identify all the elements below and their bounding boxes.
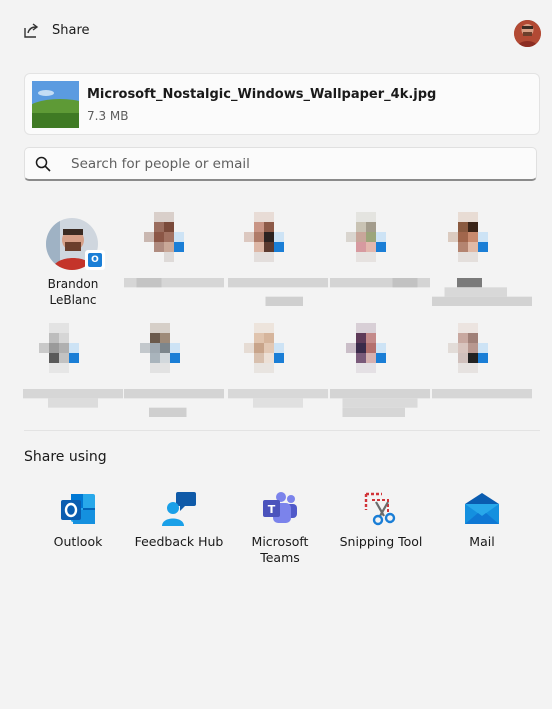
contact-blurred-4[interactable] [432, 212, 532, 308]
contact-brandon-leblanc[interactable]: O Brandon LeBlanc [23, 218, 123, 314]
feedback-hub-icon [162, 492, 196, 526]
section-divider [24, 430, 540, 431]
blurred-name [124, 389, 224, 417]
app-label-line-2: Teams [260, 550, 300, 565]
share-header: Share [0, 0, 552, 66]
people-search-box[interactable] [24, 147, 537, 181]
contact-first-name: Brandon [47, 277, 99, 291]
contact-blurred-3[interactable] [330, 212, 430, 308]
outlook-icon [61, 494, 95, 524]
mail-icon [465, 493, 499, 524]
blurred-avatar [244, 212, 284, 262]
app-label: Microsoft Teams [230, 534, 330, 566]
app-label: Snipping Tool [339, 534, 423, 549]
app-mail[interactable]: Mail [432, 490, 532, 550]
teams-icon: T [263, 492, 297, 523]
contact-last-name: LeBlanc [49, 293, 97, 307]
search-input[interactable] [71, 151, 521, 177]
avatar-icon [514, 20, 541, 47]
share-icon [24, 23, 39, 38]
app-label: Mail [469, 534, 495, 549]
share-using-heading: Share using [24, 449, 107, 465]
contact-name: Brandon LeBlanc [23, 276, 123, 308]
contact-blurred-8[interactable] [330, 323, 430, 419]
blurred-avatar [346, 323, 386, 373]
blurred-name [432, 278, 532, 306]
contact-blurred-5[interactable] [23, 323, 123, 419]
blurred-name [432, 389, 532, 399]
blurred-avatar [144, 212, 184, 262]
blurred-avatar [39, 323, 79, 373]
blurred-avatar [346, 212, 386, 262]
snipping-tool-icon [364, 492, 396, 526]
blurred-name [23, 389, 123, 408]
blurred-name [330, 389, 430, 417]
contact-blurred-7[interactable] [228, 323, 328, 419]
contact-blurred-6[interactable] [124, 323, 224, 419]
app-outlook[interactable]: Outlook [28, 490, 128, 550]
app-label: Feedback Hub [134, 534, 224, 549]
blurred-avatar [448, 323, 488, 373]
app-label-line-1: Microsoft [251, 534, 309, 549]
user-avatar[interactable] [514, 20, 541, 47]
file-size: 7.3 MB [87, 109, 129, 123]
app-feedback-hub[interactable]: Feedback Hub [129, 490, 229, 550]
file-thumbnail [26, 81, 94, 128]
blurred-name [228, 278, 328, 306]
svg-text:T: T [268, 503, 276, 516]
blurred-name [330, 278, 430, 288]
app-microsoft-teams[interactable]: T Microsoft Teams [230, 490, 330, 566]
contact-blurred-2[interactable] [228, 212, 328, 308]
blurred-avatar [244, 323, 284, 373]
outlook-badge-icon: O [85, 250, 105, 270]
blurred-avatar [448, 212, 488, 262]
shared-file-card: Microsoft_Nostalgic_Windows_Wallpaper_4k… [24, 73, 540, 135]
blurred-name [124, 278, 224, 288]
dialog-title: Share [52, 23, 90, 38]
contact-blurred-9[interactable] [432, 323, 532, 419]
blurred-avatar [140, 323, 180, 373]
app-label: Outlook [53, 534, 103, 549]
app-snipping-tool[interactable]: Snipping Tool [331, 490, 431, 550]
search-icon [35, 156, 51, 172]
contact-blurred-1[interactable] [124, 212, 224, 308]
file-name: Microsoft_Nostalgic_Windows_Wallpaper_4k… [87, 87, 437, 102]
blurred-name [228, 389, 328, 408]
